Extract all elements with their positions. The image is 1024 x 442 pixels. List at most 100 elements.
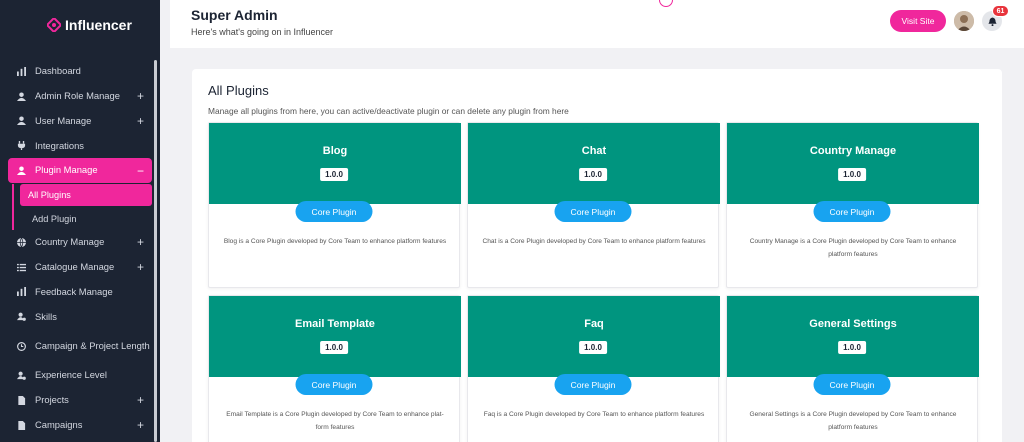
sidebar-item-label: Integrations xyxy=(35,139,84,151)
minus-icon[interactable]: − xyxy=(137,164,144,178)
plugin-name: General Settings xyxy=(809,318,897,330)
plus-icon[interactable]: + xyxy=(137,114,144,128)
plus-icon[interactable]: + xyxy=(137,235,144,249)
sidebar-item-label: Experience Level xyxy=(35,369,107,381)
plugin-card-chat[interactable]: Chat 1.0.0 Core Plugin Chat is a Core Pl… xyxy=(467,122,720,288)
plugin-card-blog[interactable]: Blog 1.0.0 Core Plugin Blog is a Core Pl… xyxy=(208,122,461,288)
user-icon xyxy=(17,166,26,176)
page-subtitle: Here's what's going on in Influencer xyxy=(191,27,334,37)
plugin-card-header xyxy=(209,123,461,204)
plugin-card-email-template[interactable]: Email Template 1.0.0 Core Plugin Email T… xyxy=(208,295,461,442)
core-plugin-button[interactable]: Core Plugin xyxy=(554,374,632,395)
sidebar-nav: Dashboard Admin Role Manage + User Manag… xyxy=(8,59,152,438)
sidebar-scrollbar[interactable] xyxy=(154,60,157,442)
clock-icon xyxy=(17,341,26,351)
plugin-description: Country Manage is a Core Plugin develope… xyxy=(749,238,957,258)
core-plugin-button[interactable]: Core Plugin xyxy=(295,201,373,222)
globe-icon xyxy=(17,237,26,247)
plugin-card-header xyxy=(727,296,979,377)
sidebar-item-country-manage[interactable]: Country Manage + xyxy=(8,230,152,255)
plugins-panel: All Plugins Manage all plugins from here… xyxy=(192,69,1002,442)
plugin-card-header xyxy=(468,296,720,377)
user-gear-icon xyxy=(17,371,26,380)
sidebar-item-label: Skills xyxy=(35,310,57,322)
plus-icon[interactable]: + xyxy=(137,418,144,432)
plus-icon[interactable]: + xyxy=(137,393,144,407)
plugin-submenu: All Plugins Add Plugin xyxy=(12,183,152,230)
bar-chart-icon xyxy=(17,287,26,297)
page-title: Super Admin xyxy=(191,7,278,23)
plugin-name: Blog xyxy=(322,145,348,157)
core-plugin-button[interactable]: Core Plugin xyxy=(554,201,632,222)
sidebar-item-label: Plugin Manage xyxy=(35,164,98,176)
core-plugin-button[interactable]: Core Plugin xyxy=(813,201,891,222)
sidebar-item-feedback-manage[interactable]: Feedback Manage xyxy=(8,280,152,305)
indicator-dot-icon xyxy=(659,0,673,7)
plugin-description: Blog is a Core Plugin developed by Core … xyxy=(223,238,447,245)
visit-site-button[interactable]: Visit Site xyxy=(890,10,946,32)
bell-icon xyxy=(987,16,997,26)
sidebar-item-skills[interactable]: Skills xyxy=(8,304,152,329)
plugin-version: 1.0.0 xyxy=(838,341,866,354)
sidebar-item-label: User Manage xyxy=(35,114,92,126)
list-icon xyxy=(17,263,26,272)
sidebar-item-plugin-manage[interactable]: Plugin Manage − xyxy=(8,158,152,183)
sidebar-item-projects[interactable]: Projects + xyxy=(8,388,152,413)
plugin-card-country-manage[interactable]: Country Manage 1.0.0 Core Plugin Country… xyxy=(726,122,979,288)
plugin-version: 1.0.0 xyxy=(579,168,607,181)
sidebar: Influencer Dashboard Admin Role Manage +… xyxy=(0,0,160,442)
sidebar-item-label: Catalogue Manage xyxy=(35,260,115,272)
plugin-version: 1.0.0 xyxy=(579,341,607,354)
sidebar-item-label: Campaigns xyxy=(35,418,83,430)
plugin-name: Email Template xyxy=(295,318,375,330)
sidebar-item-catalogue-manage[interactable]: Catalogue Manage + xyxy=(8,255,152,280)
plugin-description: Faq is a Core Plugin developed by Core T… xyxy=(483,411,705,418)
file-icon xyxy=(17,420,26,430)
plugin-card-header xyxy=(727,123,979,204)
core-plugin-button[interactable]: Core Plugin xyxy=(813,374,891,395)
notification-count-badge: 61 xyxy=(992,5,1009,17)
core-plugin-button[interactable]: Core Plugin xyxy=(295,374,373,395)
plus-icon[interactable]: + xyxy=(137,260,144,274)
sidebar-item-label: Dashboard xyxy=(35,65,81,77)
plugin-name: Chat xyxy=(581,145,607,157)
sidebar-item-label: Country Manage xyxy=(35,236,105,248)
plugin-card-general-settings[interactable]: General Settings 1.0.0 Core Plugin Gener… xyxy=(726,295,979,442)
avatar[interactable] xyxy=(954,11,974,31)
user-icon xyxy=(17,116,26,126)
sidebar-item-experience-level[interactable]: Experience Level xyxy=(8,363,152,388)
plugin-card-faq[interactable]: Faq 1.0.0 Core Plugin Faq is a Core Plug… xyxy=(467,295,720,442)
plugin-description: Email Template is a Core Plugin develope… xyxy=(226,411,444,431)
plugin-description: General Settings is a Core Plugin develo… xyxy=(749,411,957,431)
bar-chart-icon xyxy=(17,66,26,76)
sidebar-item-label: Admin Role Manage xyxy=(35,89,120,101)
user-gear-icon xyxy=(17,312,26,322)
sidebar-item-campaigns[interactable]: Campaigns + xyxy=(8,413,152,438)
brand-logo[interactable]: Influencer xyxy=(47,14,132,36)
sidebar-subitem-all-plugins[interactable]: All Plugins xyxy=(20,183,152,206)
plugin-version: 1.0.0 xyxy=(838,168,866,181)
sidebar-item-user-manage[interactable]: User Manage + xyxy=(8,109,152,134)
logo-icon xyxy=(47,18,61,32)
panel-title: All Plugins xyxy=(208,83,269,98)
plugin-version: 1.0.0 xyxy=(320,341,348,354)
panel-description: Manage all plugins from here, you can ac… xyxy=(208,106,569,116)
plugin-name: Country Manage xyxy=(809,145,897,157)
sidebar-item-label: Feedback Manage xyxy=(35,285,113,297)
plugin-card-header xyxy=(468,123,720,204)
sidebar-item-campaign-project-length[interactable]: Campaign & Project Length xyxy=(8,329,152,363)
plug-icon xyxy=(17,141,26,151)
plugin-description: Chat is a Core Plugin developed by Core … xyxy=(482,238,706,245)
sidebar-item-dashboard[interactable]: Dashboard xyxy=(8,59,152,84)
top-header: Super Admin Here's what's going on in In… xyxy=(170,0,1024,48)
sidebar-item-label: Projects xyxy=(35,394,69,406)
sidebar-item-admin-role-manage[interactable]: Admin Role Manage + xyxy=(8,84,152,109)
file-icon xyxy=(17,395,26,405)
sidebar-subitem-add-plugin[interactable]: Add Plugin xyxy=(20,208,152,230)
plugin-name: Faq xyxy=(584,318,604,330)
brand-name: Influencer xyxy=(65,17,132,33)
plus-icon[interactable]: + xyxy=(137,89,144,103)
sidebar-item-label: Campaign & Project Length xyxy=(35,339,150,351)
plugin-version: 1.0.0 xyxy=(320,168,348,181)
sidebar-item-integrations[interactable]: Integrations xyxy=(8,133,152,158)
